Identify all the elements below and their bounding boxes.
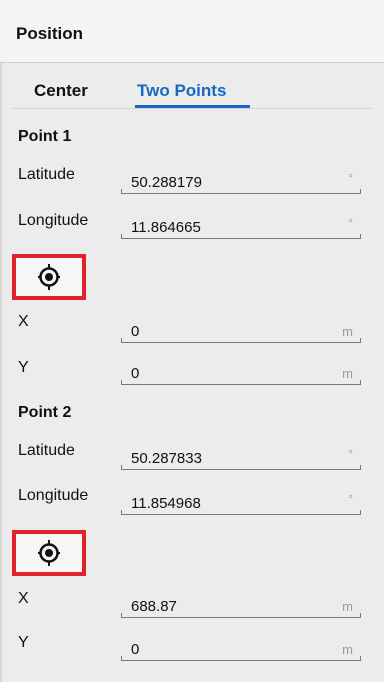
field-tick	[121, 613, 122, 618]
point-1-y-field[interactable]: 0 m	[121, 361, 361, 385]
field-underline	[121, 617, 361, 618]
point-2-x-field[interactable]: 688.87 m	[121, 594, 361, 618]
point-2-y-field[interactable]: 0 m	[121, 637, 361, 661]
point-2-locate-button[interactable]	[12, 530, 86, 576]
field-underline	[121, 384, 361, 385]
point-2-y-value: 0	[131, 641, 140, 658]
field-tick	[360, 338, 361, 343]
point-1-latitude-value: 50.288179	[131, 174, 202, 191]
degree-unit: °	[348, 216, 353, 230]
tab-two-points[interactable]: Two Points	[137, 81, 226, 101]
field-tick	[121, 510, 122, 515]
field-tick	[360, 613, 361, 618]
panel-left-border	[0, 63, 2, 682]
field-underline	[121, 469, 361, 470]
point-1-latitude-field[interactable]: 50.288179 °	[121, 170, 361, 194]
point-2-latitude-value: 50.287833	[131, 450, 202, 467]
point-1-y-label: Y	[18, 359, 29, 376]
panel-title: Position	[16, 24, 84, 43]
point-2-latitude-label: Latitude	[18, 442, 75, 459]
meter-unit: m	[342, 324, 353, 339]
degree-unit: °	[348, 171, 353, 185]
point-2-longitude-label: Longitude	[18, 487, 89, 504]
field-tick	[121, 234, 122, 239]
field-tick	[121, 380, 122, 385]
field-tick	[121, 189, 122, 194]
field-tick	[121, 338, 122, 343]
degree-unit: °	[348, 447, 353, 461]
tabs-divider	[12, 108, 372, 109]
field-underline	[121, 514, 361, 515]
field-tick	[360, 380, 361, 385]
field-tick	[360, 510, 361, 515]
tab-center[interactable]: Center	[34, 81, 88, 101]
field-underline	[121, 193, 361, 194]
point-2-latitude-field[interactable]: 50.287833 °	[121, 446, 361, 470]
point-2-longitude-value: 11.854968	[131, 495, 201, 512]
point-1-title: Point 1	[18, 128, 72, 145]
crosshair-target-icon	[38, 540, 60, 566]
field-tick	[360, 656, 361, 661]
field-underline	[121, 342, 361, 343]
meter-unit: m	[342, 366, 353, 381]
point-2-x-label: X	[18, 590, 29, 607]
point-2-longitude-field[interactable]: 11.854968 °	[121, 491, 361, 515]
point-1-x-value: 0	[131, 323, 140, 340]
point-1-longitude-value: 11.864665	[131, 219, 201, 236]
point-1-y-value: 0	[131, 365, 140, 382]
field-tick	[360, 234, 361, 239]
degree-unit: °	[348, 492, 353, 506]
crosshair-target-icon	[38, 264, 60, 290]
point-1-x-field[interactable]: 0 m	[121, 319, 361, 343]
panel-header: Position	[0, 0, 384, 63]
meter-unit: m	[342, 599, 353, 614]
point-2-title: Point 2	[18, 404, 72, 421]
field-underline	[121, 238, 361, 239]
point-1-locate-button[interactable]	[12, 254, 86, 300]
field-tick	[121, 656, 122, 661]
field-tick	[360, 189, 361, 194]
point-1-longitude-label: Longitude	[18, 212, 89, 229]
point-1-latitude-label: Latitude	[18, 166, 75, 183]
point-1-x-label: X	[18, 313, 29, 330]
point-2-y-label: Y	[18, 634, 29, 651]
point-1-longitude-field[interactable]: 11.864665 °	[121, 215, 361, 239]
meter-unit: m	[342, 642, 353, 657]
field-tick	[121, 465, 122, 470]
field-underline	[121, 660, 361, 661]
point-2-x-value: 688.87	[131, 598, 177, 615]
field-tick	[360, 465, 361, 470]
